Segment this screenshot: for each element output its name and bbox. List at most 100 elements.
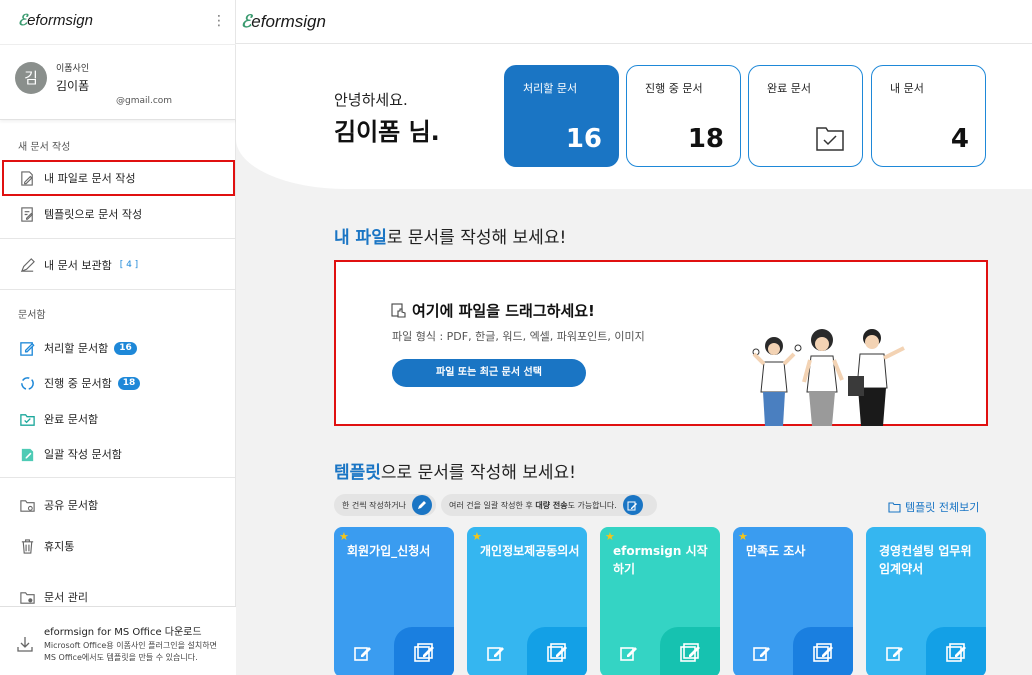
- main-content: ℰeformsign 안녕하세요. 김이폼 님. 처리할 문서 16 진행 중 …: [236, 0, 1032, 675]
- sidebar-item-trash[interactable]: 휴지통: [0, 531, 236, 561]
- template-card[interactable]: ★ eformsign 시작하기: [600, 527, 720, 675]
- section-new-document: 새 문서 작성: [18, 142, 71, 153]
- sidebar-item-label: 일괄 작성 문서함: [44, 448, 122, 461]
- bulk-write-icon: [680, 643, 700, 662]
- hint-single: 한 건씩 작성하거나: [334, 494, 436, 516]
- file-drop-zone[interactable]: 여기에 파일을 드래그하세요! 파일 형식 : PDF, 한글, 워드, 엑셀,…: [334, 260, 988, 426]
- top-bar: ℰeformsign: [236, 0, 1032, 44]
- card-value: 16: [565, 124, 602, 154]
- sidebar-item-shared[interactable]: 공유 문서함: [0, 490, 236, 520]
- sidebar-item-in-progress[interactable]: 진행 중 문서함 18: [0, 368, 236, 398]
- hint-bold: 대량 전송: [535, 500, 568, 510]
- hint-text: 한 건씩 작성하거나: [342, 500, 406, 510]
- pencil-icon: [18, 256, 36, 274]
- bulk-document-icon: [18, 445, 36, 463]
- bulk-write-icon: [946, 643, 966, 662]
- bulk-write-button[interactable]: [394, 627, 454, 675]
- shared-folder-icon: [18, 496, 36, 514]
- divider: [0, 289, 236, 290]
- card-value: 18: [687, 124, 724, 154]
- drop-title: 여기에 파일을 드래그하세요!: [390, 300, 595, 321]
- template-title: 회원가입_신청서: [347, 544, 431, 558]
- sidebar-item-my-storage[interactable]: 내 문서 보관함 [ 4 ]: [0, 250, 236, 280]
- sidebar-item-action-required[interactable]: 처리할 문서함 16: [0, 333, 236, 363]
- bulk-write-button[interactable]: [660, 627, 720, 675]
- greeting-panel: 안녕하세요. 김이폼 님. 처리할 문서 16 진행 중 문서 18 완료 문서…: [236, 44, 1032, 189]
- template-card[interactable]: ★ 회원가입_신청서: [334, 527, 454, 675]
- template-card[interactable]: ★ 개인정보제공동의서: [467, 527, 587, 675]
- bulk-write-button[interactable]: [926, 627, 986, 675]
- logo-mark: ℰ: [241, 12, 252, 31]
- highlight-box-sidebar: [2, 160, 235, 196]
- view-all-label: 템플릿 전체보기: [905, 501, 980, 514]
- edit-document-icon: [18, 339, 36, 357]
- footer-desc-line: MS Office에서도 템플릿을 만들 수 있습니다.: [44, 653, 198, 662]
- template-title: 개인정보제공동의서: [480, 544, 580, 558]
- sidebar-item-completed[interactable]: 완료 문서함: [0, 404, 236, 434]
- heading-rest: 로 문서를 작성해 보세요!: [386, 228, 567, 248]
- company-name: 이폼사인: [56, 64, 90, 74]
- hint-post: 도 가능합니다.: [567, 500, 617, 510]
- folder-settings-icon: [18, 588, 36, 606]
- footer-description: Microsoft Office용 이폼사인 플러그인을 설치하면 MS Off…: [44, 640, 234, 664]
- storage-count: [ 4 ]: [119, 260, 139, 270]
- sidebar-item-label: 내 문서 보관함: [44, 259, 112, 272]
- bulk-write-icon: [813, 643, 833, 662]
- select-file-button[interactable]: 파일 또는 최근 문서 선택: [392, 359, 586, 387]
- sidebar-item-new-from-template[interactable]: 템플릿으로 문서 작성: [0, 199, 236, 229]
- write-single-icon[interactable]: [885, 643, 905, 663]
- sidebar-item-label: 휴지통: [44, 540, 75, 553]
- progress-cycle-icon: [18, 374, 36, 392]
- card-label: 내 문서: [890, 82, 924, 95]
- more-menu-icon[interactable]: ⋮: [212, 13, 226, 29]
- user-title: 김이폼 님.: [334, 118, 440, 146]
- bulk-write-icon: [547, 643, 567, 662]
- office-plugin-download[interactable]: eformsign for MS Office 다운로드 Microsoft O…: [0, 606, 236, 675]
- hint-pre: 여러 건을 일괄 작성한 후: [449, 500, 536, 510]
- folder-check-icon: [816, 127, 844, 151]
- write-single-icon[interactable]: [619, 643, 639, 663]
- eformsign-logo[interactable]: ℰeformsign: [18, 11, 93, 30]
- template-write-icon: [18, 205, 36, 223]
- template-section-heading: 템플릿으로 문서를 작성해 보세요!: [334, 458, 576, 483]
- people-illustration: [752, 329, 905, 426]
- file-section-heading: 내 파일로 문서를 작성해 보세요!: [334, 223, 566, 248]
- sidebar-item-bulk[interactable]: 일괄 작성 문서함: [0, 439, 236, 469]
- write-single-icon[interactable]: [486, 643, 506, 663]
- card-completed[interactable]: 완료 문서: [748, 65, 863, 167]
- write-single-icon[interactable]: [353, 643, 373, 663]
- card-value: 4: [950, 124, 969, 154]
- divider: [0, 238, 236, 239]
- card-my-documents[interactable]: 내 문서 4: [871, 65, 986, 167]
- count-badge: 16: [114, 341, 137, 355]
- drag-hand-icon: [391, 302, 406, 318]
- sidebar-item-label: 처리할 문서함: [44, 342, 109, 355]
- sidebar-item-label: 문서 관리: [44, 591, 88, 604]
- edit-icon: [411, 495, 432, 515]
- hint-bulk: 여러 건을 일괄 작성한 후 대량 전송도 가능합니다.: [441, 494, 657, 516]
- heading-rest: 으로 문서를 작성해 보세요!: [380, 463, 576, 483]
- bulk-write-button[interactable]: [527, 627, 587, 675]
- card-label: 완료 문서: [767, 82, 811, 95]
- divider: [0, 477, 236, 478]
- count-badge: 18: [117, 376, 141, 390]
- sidebar-item-label: 진행 중 문서함: [44, 377, 112, 390]
- sidebar-item-label: 템플릿으로 문서 작성: [44, 208, 143, 221]
- bulk-write-button[interactable]: [793, 627, 853, 675]
- bulk-edit-icon: [622, 495, 643, 515]
- card-action-required[interactable]: 처리할 문서 16: [504, 65, 619, 167]
- sidebar-item-label: 완료 문서함: [44, 413, 99, 426]
- eformsign-logo[interactable]: ℰeformsign: [241, 12, 326, 32]
- file-formats: 파일 형식 : PDF, 한글, 워드, 엑셀, 파워포인트, 이미지: [392, 330, 645, 343]
- avatar[interactable]: 김: [15, 62, 47, 94]
- template-title: 만족도 조사: [746, 544, 806, 558]
- sidebar-item-label: 공유 문서함: [44, 499, 99, 512]
- template-card[interactable]: 경영컨설팅 업무위임계약서: [866, 527, 986, 675]
- card-label: 진행 중 문서: [645, 82, 703, 95]
- folder-check-icon: [18, 410, 36, 428]
- write-single-icon[interactable]: [752, 643, 772, 663]
- footer-desc-line: Microsoft Office용 이폼사인 플러그인을 설치하면: [44, 641, 217, 650]
- view-all-templates-link[interactable]: 템플릿 전체보기: [888, 499, 979, 515]
- template-card[interactable]: ★ 만족도 조사: [733, 527, 853, 675]
- card-in-progress[interactable]: 진행 중 문서 18: [626, 65, 741, 167]
